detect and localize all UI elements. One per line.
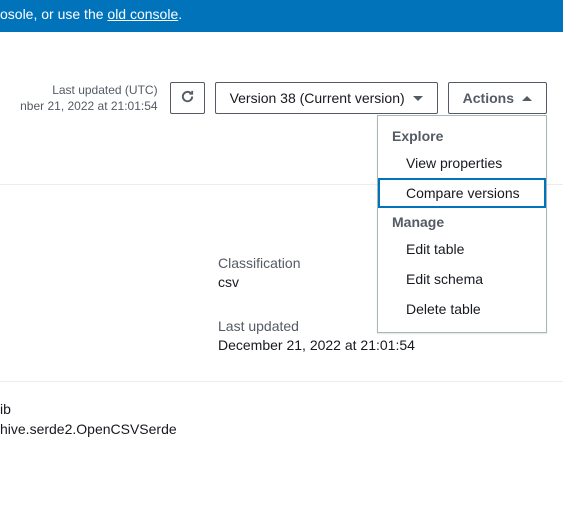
menu-item-edit-schema[interactable]: Edit schema [378,264,546,294]
version-selector[interactable]: Version 38 (Current version) [215,82,438,114]
chevron-up-icon [522,96,532,101]
table-toolbar: Last updated (UTC) nber 21, 2022 at 21:0… [0,32,563,114]
serde-line-1: ib [0,400,563,420]
last-updated-value: nber 21, 2022 at 21:01:54 [20,99,157,115]
menu-item-compare-versions[interactable]: Compare versions [378,178,546,208]
chevron-down-icon [413,96,423,101]
version-label: Version 38 (Current version) [230,90,405,106]
section-divider-2 [0,381,563,382]
menu-item-delete-table[interactable]: Delete table [378,294,546,324]
last-updated-label: Last updated (UTC) [20,83,157,99]
menu-section-explore: Explore [378,122,546,148]
refresh-button[interactable] [170,82,205,114]
serde-line-2: hive.serde2.OpenCSVSerde [0,420,563,440]
banner-text-suffix: . [178,6,182,22]
last-updated-block: Last updated (UTC) nber 21, 2022 at 21:0… [20,82,159,114]
last-updated-detail-value: December 21, 2022 at 21:01:54 [218,337,563,353]
actions-menu: Explore View properties Compare versions… [377,115,547,333]
old-console-link[interactable]: old console [107,6,178,22]
menu-section-manage: Manage [378,208,546,234]
actions-label: Actions [463,90,514,106]
refresh-icon [180,89,195,107]
menu-item-view-properties[interactable]: View properties [378,148,546,178]
menu-item-edit-table[interactable]: Edit table [378,234,546,264]
actions-button[interactable]: Actions [448,82,547,114]
banner-text-prefix: osole, or use the [0,6,107,22]
serde-block: ib hive.serde2.OpenCSVSerde [0,400,563,439]
notification-banner: osole, or use the old console. [0,0,563,32]
